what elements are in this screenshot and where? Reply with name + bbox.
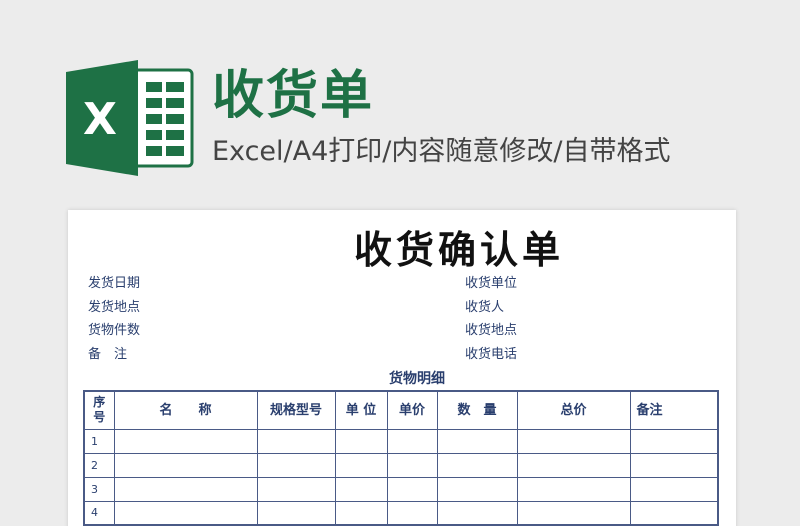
table-cell[interactable] bbox=[629, 452, 719, 478]
table-cell[interactable] bbox=[334, 476, 388, 502]
table-cell[interactable] bbox=[436, 428, 518, 454]
table-cell[interactable] bbox=[516, 500, 631, 526]
section-label-goods: 货物明细 bbox=[389, 371, 445, 387]
table-cell[interactable] bbox=[256, 500, 336, 526]
field-ship-date: 发货日期 bbox=[88, 276, 141, 291]
table-cell[interactable] bbox=[256, 452, 336, 478]
document-sheet: 收货确认单 发货日期 发货地点 货物件数 备 注 收货单位 收货人 收货地点 收… bbox=[68, 210, 736, 526]
table-cell[interactable] bbox=[516, 476, 631, 502]
table-cell[interactable] bbox=[113, 500, 258, 526]
goods-table: 序号 名 称 规格型号 单 位 单价 数 量 总价 备注 1 2 3 4 bbox=[83, 390, 719, 526]
table-cell[interactable] bbox=[386, 428, 438, 454]
receiving-info: 收货单位 收货人 收货地点 收货电话 bbox=[465, 274, 517, 368]
table-cell[interactable] bbox=[386, 452, 438, 478]
row-number: 2 bbox=[83, 452, 115, 478]
table-row: 4 bbox=[83, 500, 719, 526]
table-cell[interactable] bbox=[516, 428, 631, 454]
table-header-row: 序号 名 称 规格型号 单 位 单价 数 量 总价 备注 bbox=[83, 390, 719, 430]
shipping-info: 发货日期 发货地点 货物件数 备 注 bbox=[88, 274, 140, 368]
table-cell[interactable] bbox=[256, 476, 336, 502]
excel-logo-icon: X bbox=[66, 60, 196, 176]
column-header-quantity: 数 量 bbox=[436, 390, 518, 430]
field-receiving-phone: 收货电话 bbox=[465, 346, 518, 362]
table-cell[interactable] bbox=[113, 476, 258, 502]
column-header-spec: 规格型号 bbox=[256, 390, 336, 430]
table-row: 2 bbox=[83, 452, 719, 478]
field-receiver: 收货人 bbox=[465, 299, 505, 315]
logo-letter: X bbox=[83, 94, 117, 145]
document-title: 收货确认单 bbox=[353, 227, 564, 272]
table-cell[interactable] bbox=[629, 428, 719, 454]
field-remarks: 备 注 bbox=[88, 346, 128, 362]
banner-title: 收货单 bbox=[212, 66, 375, 126]
field-item-count: 货物件数 bbox=[88, 323, 141, 338]
table-cell[interactable] bbox=[436, 476, 518, 502]
table-cell[interactable] bbox=[629, 500, 719, 526]
table-cell[interactable] bbox=[436, 500, 518, 526]
field-ship-location: 发货地点 bbox=[88, 299, 141, 315]
field-receiving-unit: 收货单位 bbox=[465, 276, 518, 291]
banner-subtitle: Excel/A4打印/内容随意修改/自带格式 bbox=[212, 136, 671, 167]
table-cell[interactable] bbox=[256, 428, 336, 454]
column-header-name: 名 称 bbox=[113, 390, 258, 430]
column-header-unit: 单 位 bbox=[334, 390, 388, 430]
table-cell[interactable] bbox=[629, 476, 719, 502]
table-cell[interactable] bbox=[113, 428, 258, 454]
column-header-index: 序号 bbox=[83, 390, 115, 430]
table-row: 3 bbox=[83, 476, 719, 502]
table-cell[interactable] bbox=[386, 476, 438, 502]
row-number: 1 bbox=[83, 428, 115, 454]
row-number: 4 bbox=[83, 500, 115, 526]
table-cell[interactable] bbox=[334, 428, 388, 454]
column-header-notes: 备注 bbox=[629, 390, 719, 430]
table-cell[interactable] bbox=[113, 452, 258, 478]
column-header-total: 总价 bbox=[516, 390, 631, 430]
table-cell[interactable] bbox=[386, 500, 438, 526]
table-row: 1 bbox=[83, 428, 719, 454]
table-cell[interactable] bbox=[516, 452, 631, 478]
row-number: 3 bbox=[83, 476, 115, 502]
table-cell[interactable] bbox=[436, 452, 518, 478]
table-cell[interactable] bbox=[334, 500, 388, 526]
table-cell[interactable] bbox=[334, 452, 388, 478]
column-header-price: 单价 bbox=[386, 390, 438, 430]
field-receiving-location: 收货地点 bbox=[465, 323, 518, 338]
